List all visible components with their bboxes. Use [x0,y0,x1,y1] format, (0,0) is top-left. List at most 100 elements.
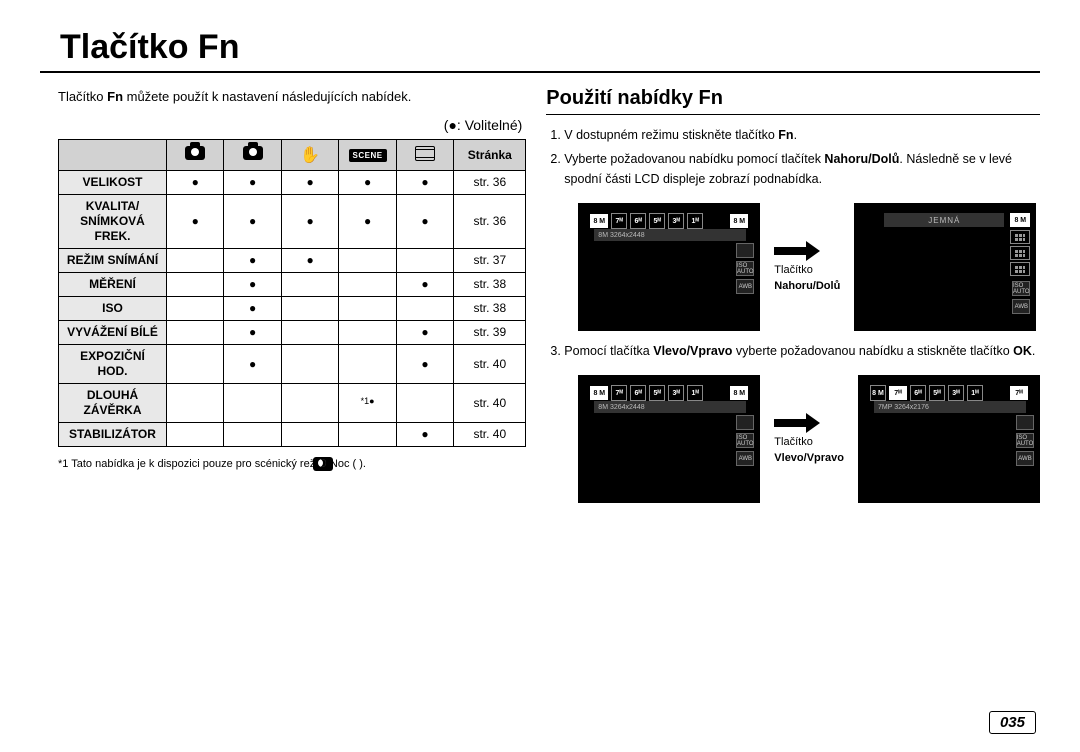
cell: *1● [339,383,396,422]
lcd-opt: 5ᴹ [649,385,665,401]
cell-page: str. 40 [454,383,526,422]
lcd-sublabel: 7MP 3264x2176 [874,401,1026,413]
table-row: DLOUHÁ ZÁVĚRKA *1● str. 40 [59,383,526,422]
lcd-opt: 7ᴹ [611,213,627,229]
table-corner [59,139,167,170]
step-item: Vyberte požadovanou nabídku pomocí tlačí… [564,149,1040,189]
cell: ● [224,296,281,320]
cell: ● [224,344,281,383]
lcd-quality-column: 8 M [1010,213,1030,278]
table-row: STABILIZÁTOR ● str. 40 [59,422,526,446]
cell [281,422,338,446]
lcd-row-1: 8 M 7ᴹ 6ᴹ 5ᴹ 3ᴹ 1ᴹ 8 M 8M 3264x2448 ISO … [578,203,1040,331]
sub-rule [546,114,1040,115]
cell [339,320,396,344]
table-row: VELIKOST ● ● ● ● ● str. 36 [59,170,526,194]
cell: ● [281,170,338,194]
row-label: VELIKOST [59,170,167,194]
cell [339,344,396,383]
cell: ● [281,194,338,248]
lcd-quality-opt [1010,262,1030,276]
right-column: Použití nabídky Fn V dostupném režimu st… [546,87,1040,513]
lcd-side-icons: ISO AUTO AWB [736,415,754,466]
lcd-opt: 6ᴹ [630,385,646,401]
lcd-opt: 3ᴹ [948,385,964,401]
step-item: Pomocí tlačítka Vlevo/Vpravo vyberte pož… [564,341,1040,361]
cell-page: str. 40 [454,344,526,383]
cell [339,422,396,446]
mode-movie-icon [396,139,453,170]
cell [167,344,224,383]
cell-page: str. 36 [454,170,526,194]
lcd-iso-icon: ISO AUTO [736,433,754,448]
arrow-right-icon [774,241,820,261]
lcd-screen: 8 M 7ᴹ 6ᴹ 5ᴹ 3ᴹ 1ᴹ 8 M 8M 3264x2448 ISO … [578,203,760,331]
lcd-size-selected: 8 M [590,214,608,228]
page-title: Tlačítko Fn [0,0,1080,69]
cell [224,422,281,446]
mode-camera-face-icon [224,139,281,170]
subsection-heading: Použití nabídky Fn [546,87,1040,114]
row-label: STABILIZÁTOR [59,422,167,446]
cell: ● [224,272,281,296]
row-label: ISO [59,296,167,320]
cell: ● [396,320,453,344]
cell: ● [224,320,281,344]
lcd-screen: 8 M 7ᴹ 6ᴹ 5ᴹ 3ᴹ 1ᴹ 8 M 8M 3264x2448 ISO … [578,375,760,503]
lcd-opt: 6ᴹ [910,385,926,401]
lcd-opt: 1ᴹ [967,385,983,401]
row-label: VYVÁŽENÍ BÍLÉ [59,320,167,344]
lcd-size-badge: 7ᴹ [1010,386,1028,400]
steps-list-cont: Pomocí tlačítka Vlevo/Vpravo vyberte pož… [546,341,1040,361]
cell [281,320,338,344]
page-number: 035 [989,711,1036,734]
lcd-opt: 6ᴹ [630,213,646,229]
lcd-quality-opt [1010,230,1030,244]
lcd-side-icons: ISO AUTO AWB [736,243,754,294]
cell: ● [167,194,224,248]
lcd-size-badge: 8 M [1010,213,1030,227]
cell: ● [396,194,453,248]
cell: ● [224,170,281,194]
step-item: V dostupném režimu stiskněte tlačítko Fn… [564,125,1040,145]
lcd-size-badge: 8 M [730,214,748,228]
mode-scene-icon: SCENE [339,139,396,170]
cell [281,344,338,383]
table-row: VYVÁŽENÍ BÍLÉ ● ● str. 39 [59,320,526,344]
fn-table: ✋ SCENE Stránka VELIKOST ● ● ● ● ● str. … [58,139,526,447]
table-row: ISO ● str. 38 [59,296,526,320]
cell [281,272,338,296]
cell: ● [224,194,281,248]
lcd-iso-icon: ISO AUTO [736,261,754,276]
row-label: REŽIM SNÍMÁNÍ [59,248,167,272]
lcd-quality-icon [1016,415,1034,430]
lcd-opt: 3ᴹ [668,213,684,229]
mode-camera-icon [167,139,224,170]
lcd-sublabel: 8M 3264x2448 [594,229,746,241]
cell-page: str. 38 [454,296,526,320]
cell [167,248,224,272]
lcd-quality-opt [1010,246,1030,260]
lcd-size-selected: 7ᴹ [889,386,907,400]
arrow-label-bold: Nahoru/Dolů [774,279,840,293]
lcd-opt: 5ᴹ [929,385,945,401]
lcd-screen: 8 M 7ᴹ 6ᴹ 5ᴹ 3ᴹ 1ᴹ 7ᴹ 7MP 3264x2176 ISO … [858,375,1040,503]
lcd-opt: 1ᴹ [687,385,703,401]
lcd-opt: 3ᴹ [668,385,684,401]
lcd-wb-icon: AWB [736,451,754,466]
cell: ● [167,170,224,194]
lcd-opt: 1ᴹ [687,213,703,229]
lcd-quality-icon [736,243,754,258]
cell [224,383,281,422]
row-label: MĚŘENÍ [59,272,167,296]
cell [281,383,338,422]
table-row: KVALITA/ SNÍMKOVÁ FREK. ● ● ● ● ● str. 3… [59,194,526,248]
intro-pre: Tlačítko [58,89,107,104]
cell [167,296,224,320]
arrow-label: Tlačítko [774,435,813,449]
night-mode-icon [313,457,333,471]
cell: ● [396,170,453,194]
steps-list: V dostupném režimu stiskněte tlačítko Fn… [546,125,1040,189]
lcd-opt: 5ᴹ [649,213,665,229]
intro-text: Tlačítko Fn můžete použít k nastavení ná… [58,87,526,107]
